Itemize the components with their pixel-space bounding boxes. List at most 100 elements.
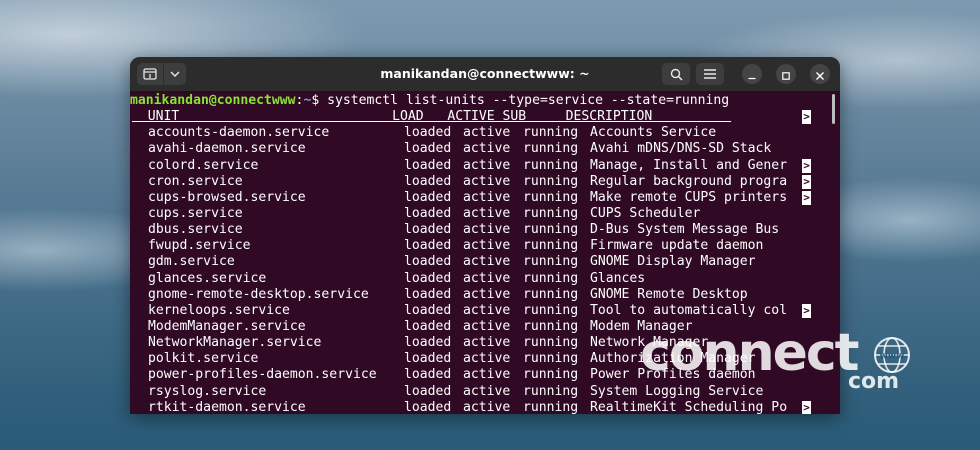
scrollbar[interactable] xyxy=(832,94,835,124)
hamburger-menu-icon xyxy=(704,69,716,79)
service-unit: cups-browsed.service xyxy=(148,189,306,205)
service-load: loaded xyxy=(404,351,452,367)
service-load: loaded xyxy=(404,238,452,254)
close-button[interactable] xyxy=(810,64,830,84)
service-sub: running xyxy=(523,302,579,318)
service-sub: running xyxy=(523,254,579,270)
service-load: loaded xyxy=(404,222,452,238)
service-active: active xyxy=(463,125,511,141)
service-row: dbus.service loaded active running D-Bus Sys… xyxy=(130,222,840,238)
truncation-marker: > xyxy=(802,110,811,125)
service-row: cron.service loaded active running Regular b… xyxy=(130,174,840,190)
title-bar[interactable]: manikandan@connectwww: ~ xyxy=(130,57,840,91)
service-row: colord.service loaded active running Manage,… xyxy=(130,158,840,174)
truncation-marker: > xyxy=(802,190,811,205)
service-unit: fwupd.service xyxy=(148,238,251,254)
service-row: NetworkManager.service loaded active runnin… xyxy=(130,335,840,351)
terminal-output[interactable]: manikandan@connectwww:~$ systemctl list-… xyxy=(130,91,840,414)
service-row: fwupd.service loaded active running Firmware… xyxy=(130,238,840,254)
service-description: Modem Manager xyxy=(590,318,693,334)
service-description: Network Manager xyxy=(590,335,709,351)
service-load: loaded xyxy=(404,367,452,383)
service-active: active xyxy=(463,351,511,367)
service-unit: NetworkManager.service xyxy=(148,335,322,351)
service-row: cups-browsed.service loaded active running M… xyxy=(130,190,840,206)
service-list: accounts-daemon.service loaded active runni… xyxy=(130,125,840,414)
service-description: RealtimeKit Scheduling Po xyxy=(590,399,788,414)
service-active: active xyxy=(463,367,511,383)
new-tab-icon xyxy=(143,68,157,80)
minimize-button[interactable] xyxy=(742,64,762,84)
service-load: loaded xyxy=(404,157,452,173)
service-load: loaded xyxy=(404,173,452,189)
service-row: rtkit-daemon.service loaded active running R… xyxy=(130,400,840,414)
service-unit: rtkit-daemon.service xyxy=(148,399,306,414)
service-unit: glances.service xyxy=(148,270,267,286)
terminal-window[interactable]: manikandan@connectwww: ~ manikandan@conn… xyxy=(130,57,840,414)
service-description: Manage, Install and Gener xyxy=(590,157,788,173)
table-header: UNIT LOAD ACTIVE SUB DESCRIPTION > xyxy=(130,109,840,125)
service-description: Authorization Manager xyxy=(590,351,756,367)
truncation-marker: > xyxy=(802,303,811,318)
service-unit: polkit.service xyxy=(148,351,259,367)
service-sub: running xyxy=(523,157,579,173)
service-row: kerneloops.service loaded active running Too… xyxy=(130,303,840,319)
search-icon xyxy=(670,68,683,81)
minimize-icon xyxy=(748,65,756,84)
service-row: glances.service loaded active running Glance… xyxy=(130,271,840,287)
service-row: cups.service loaded active running CUPS Sche… xyxy=(130,206,840,222)
truncation-marker: > xyxy=(802,158,811,173)
service-sub: running xyxy=(523,125,579,141)
service-sub: running xyxy=(523,189,579,205)
maximize-button[interactable] xyxy=(776,64,796,84)
service-load: loaded xyxy=(404,254,452,270)
truncation-marker: > xyxy=(802,174,811,189)
service-load: loaded xyxy=(404,399,452,414)
service-sub: running xyxy=(523,335,579,351)
service-load: loaded xyxy=(404,189,452,205)
service-active: active xyxy=(463,270,511,286)
new-tab-button[interactable] xyxy=(137,63,163,85)
service-row: avahi-daemon.service loaded active running A… xyxy=(130,141,840,157)
search-button[interactable] xyxy=(662,63,690,85)
service-sub: running xyxy=(523,351,579,367)
window-title: manikandan@connectwww: ~ xyxy=(380,66,590,81)
service-active: active xyxy=(463,383,511,399)
service-description: Accounts Service xyxy=(590,125,717,141)
service-description: Glances xyxy=(590,270,646,286)
service-active: active xyxy=(463,141,511,157)
service-active: active xyxy=(463,318,511,334)
menu-button[interactable] xyxy=(696,63,724,85)
table-header-text: UNIT LOAD ACTIVE SUB DESCRIPTION xyxy=(132,109,732,125)
service-active: active xyxy=(463,205,511,221)
close-icon xyxy=(816,65,824,84)
service-unit: gnome-remote-desktop.service xyxy=(148,286,369,302)
service-description: D-Bus System Message Bus xyxy=(590,222,780,238)
service-active: active xyxy=(463,254,511,270)
service-description: System Logging Service xyxy=(590,383,764,399)
service-active: active xyxy=(463,335,511,351)
service-active: active xyxy=(463,157,511,173)
service-unit: dbus.service xyxy=(148,222,243,238)
service-unit: avahi-daemon.service xyxy=(148,141,306,157)
service-description: Tool to automatically col xyxy=(590,302,788,318)
service-sub: running xyxy=(523,399,579,414)
service-sub: running xyxy=(523,383,579,399)
service-row: ModemManager.service loaded active running M… xyxy=(130,319,840,335)
service-row: gdm.service loaded active running GNOME Disp… xyxy=(130,254,840,270)
service-active: active xyxy=(463,238,511,254)
service-sub: running xyxy=(523,222,579,238)
service-active: active xyxy=(463,173,511,189)
service-sub: running xyxy=(523,367,579,383)
tab-dropdown-button[interactable] xyxy=(164,63,186,85)
service-row: polkit.service loaded active running Authori… xyxy=(130,351,840,367)
prompt-symbol: $ xyxy=(311,93,328,108)
service-load: loaded xyxy=(404,205,452,221)
service-description: Avahi mDNS/DNS-SD Stack xyxy=(590,141,772,157)
service-sub: running xyxy=(523,238,579,254)
chevron-down-icon xyxy=(170,70,180,78)
service-sub: running xyxy=(523,141,579,157)
service-unit: cups.service xyxy=(148,205,243,221)
service-sub: running xyxy=(523,173,579,189)
service-sub: running xyxy=(523,270,579,286)
